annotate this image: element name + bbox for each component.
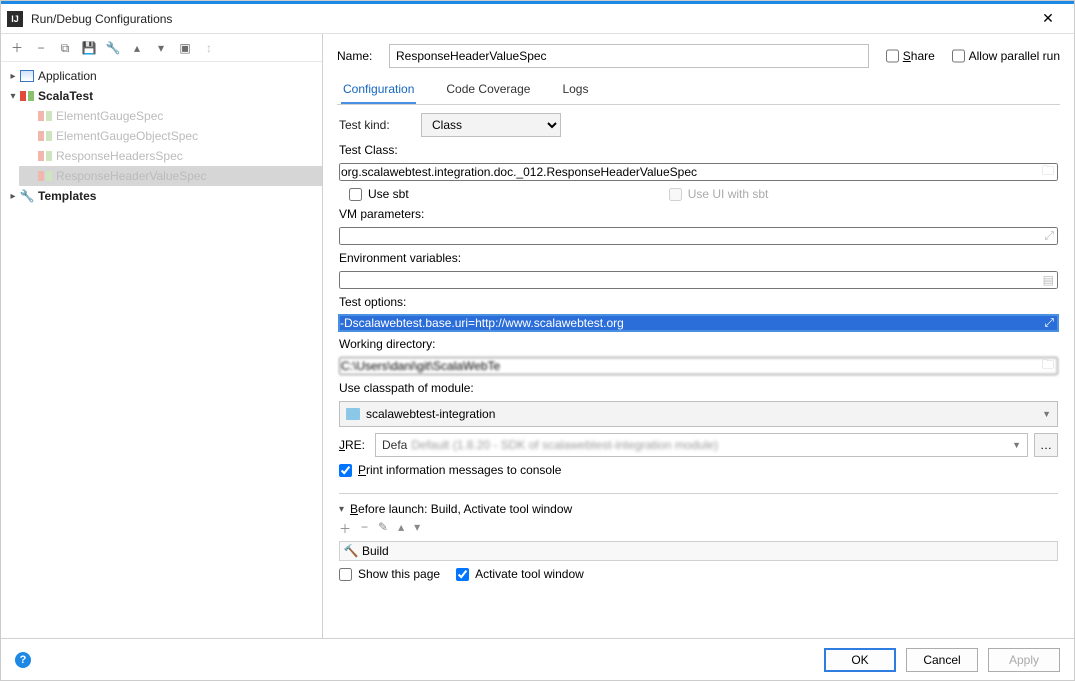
module-label: Use classpath of module: [339, 381, 1058, 395]
env-input[interactable] [339, 271, 1058, 289]
jre-browse-button[interactable]: … [1034, 433, 1058, 457]
module-select[interactable]: scalawebtest-integration ▼ [339, 401, 1058, 427]
tree-label: ResponseHeadersSpec [56, 149, 183, 163]
help-icon[interactable]: ? [15, 652, 31, 668]
scalatest-icon [37, 129, 53, 143]
apply-button[interactable]: Apply [988, 648, 1060, 672]
scalatest-icon [37, 109, 53, 123]
window-titlebar: IJ Run/Debug Configurations ✕ [1, 4, 1074, 34]
tab-bar: Configuration Code Coverage Logs [337, 76, 1060, 105]
tree-application[interactable]: ▸ Application [1, 66, 322, 86]
up-icon[interactable]: ▴ [398, 520, 404, 537]
working-dir-input[interactable] [339, 357, 1058, 375]
build-label: Build [362, 544, 389, 558]
parallel-checkbox[interactable]: Allow parallel run [952, 44, 1060, 68]
print-info-checkbox[interactable]: Print information messages to console [339, 463, 1058, 477]
tree-templates[interactable]: ▸ 🔧 Templates [1, 186, 322, 206]
wd-label: Working directory: [339, 337, 1058, 351]
tab-configuration[interactable]: Configuration [341, 76, 416, 104]
vm-input[interactable] [339, 227, 1058, 245]
wrench-icon: 🔧 [19, 189, 35, 203]
tree-item[interactable]: ElementGaugeObjectSpec [19, 126, 322, 146]
up-icon[interactable]: ▴ [129, 40, 145, 56]
activate-checkbox[interactable]: Activate tool window [456, 567, 584, 581]
scalatest-icon [19, 89, 35, 103]
env-label: Environment variables: [339, 251, 1058, 265]
hammer-icon: 🔨 [344, 544, 358, 558]
tree-label: ScalaTest [38, 89, 93, 103]
tree-extra-icon: ↕ [201, 40, 217, 56]
chevron-right-icon: ▸ [7, 191, 19, 202]
folder-icon[interactable]: ▣ [177, 40, 193, 56]
down-icon[interactable]: ▾ [414, 520, 420, 537]
before-launch-heading: Before launch: Build, Activate tool wind… [350, 502, 572, 516]
tab-coverage[interactable]: Code Coverage [444, 76, 532, 104]
test-kind-select[interactable]: Class [421, 113, 561, 137]
name-label: Name: [337, 49, 377, 63]
name-input[interactable] [389, 44, 869, 68]
test-options-input[interactable] [339, 315, 1058, 331]
scalatest-icon [37, 149, 53, 163]
test-class-input[interactable] [339, 163, 1058, 181]
window-title: Run/Debug Configurations [31, 12, 1028, 26]
folder-icon [346, 408, 360, 420]
tree-item[interactable]: ElementGaugeSpec [19, 106, 322, 126]
tree-label: ElementGaugeSpec [56, 109, 163, 123]
application-icon [19, 69, 35, 83]
app-icon: IJ [7, 11, 23, 27]
save-icon[interactable]: 💾 [81, 40, 97, 56]
chevron-down-icon[interactable]: ▾ [339, 504, 344, 515]
down-icon[interactable]: ▾ [153, 40, 169, 56]
tree-label: Templates [38, 189, 96, 203]
tree-item[interactable]: ResponseHeadersSpec [19, 146, 322, 166]
scalatest-icon [37, 169, 53, 183]
add-icon[interactable]: ＋ [9, 40, 25, 56]
jre-combo[interactable]: DefaDefault (1.8.20 - SDK of scalawebtes… [375, 433, 1028, 457]
tree-label: ElementGaugeObjectSpec [56, 129, 198, 143]
add-icon[interactable]: ＋ [339, 520, 351, 537]
tree-label: ResponseHeaderValueSpec [56, 169, 207, 183]
chevron-down-icon: ▼ [1042, 409, 1051, 419]
right-panel: Name: Share Allow parallel run Configura… [323, 34, 1074, 638]
ok-button[interactable]: OK [824, 648, 896, 672]
left-panel: ＋ − ⧉ 💾 🔧 ▴ ▾ ▣ ↕ ▸ Application ▾ ScalaT… [1, 34, 323, 638]
tree-scalatest[interactable]: ▾ ScalaTest [1, 86, 322, 106]
wrench-icon[interactable]: 🔧 [105, 40, 121, 56]
chevron-right-icon: ▸ [7, 71, 19, 82]
jre-label: JRE: [339, 438, 369, 452]
test-class-label: Test Class: [339, 143, 1058, 157]
test-kind-label: Test kind: [339, 118, 411, 132]
edit-icon[interactable]: ✎ [378, 520, 388, 537]
copy-icon[interactable]: ⧉ [57, 40, 73, 56]
remove-icon[interactable]: − [33, 40, 49, 56]
build-task[interactable]: 🔨 Build [339, 541, 1058, 561]
module-value: scalawebtest-integration [366, 407, 495, 421]
remove-icon[interactable]: − [361, 520, 368, 537]
chevron-down-icon: ▼ [1012, 440, 1021, 450]
close-icon[interactable]: ✕ [1028, 4, 1068, 33]
use-sbt-checkbox[interactable]: Use sbt [349, 187, 409, 201]
opts-label: Test options: [339, 295, 1058, 309]
tree-item-selected[interactable]: ResponseHeaderValueSpec [19, 166, 322, 186]
vm-label: VM parameters: [339, 207, 1058, 221]
cancel-button[interactable]: Cancel [906, 648, 978, 672]
dialog-footer: ? OK Cancel Apply [1, 638, 1074, 680]
tab-logs[interactable]: Logs [560, 76, 590, 104]
chevron-down-icon: ▾ [7, 91, 19, 102]
tree-label: Application [38, 69, 97, 83]
share-checkbox[interactable]: Share [886, 44, 935, 68]
use-ui-sbt-checkbox: Use UI with sbt [669, 187, 769, 201]
configurations-tree[interactable]: ▸ Application ▾ ScalaTest ElementGaugeSp… [1, 62, 322, 638]
tree-toolbar: ＋ − ⧉ 💾 🔧 ▴ ▾ ▣ ↕ [1, 34, 322, 62]
show-page-checkbox[interactable]: Show this page [339, 567, 440, 581]
